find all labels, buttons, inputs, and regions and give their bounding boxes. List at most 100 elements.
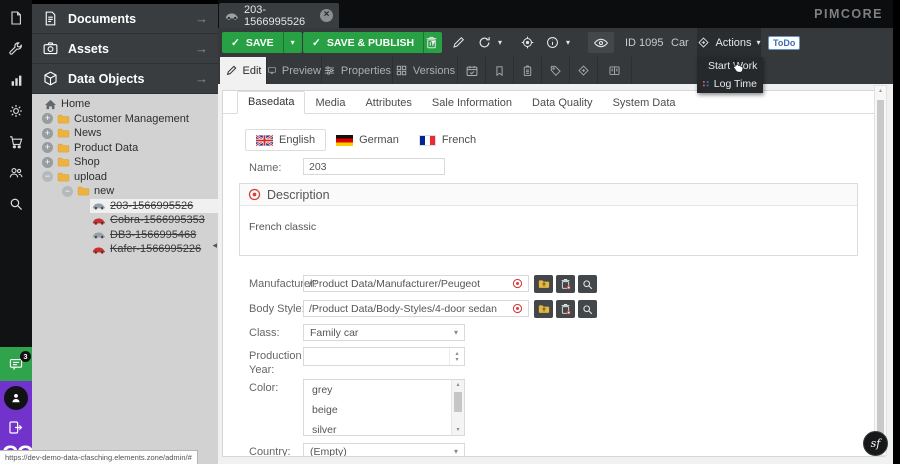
monitor-icon (267, 64, 277, 77)
expand-icon[interactable]: + (42, 157, 53, 168)
country-select[interactable]: (Empty) ▾ (303, 443, 465, 457)
tab-lang-english[interactable]: English (245, 129, 326, 151)
tab-data-quality[interactable]: Data Quality (522, 93, 603, 114)
tree-item-new[interactable]: − new (32, 184, 218, 199)
sidebar: Documents → Assets → Data Objects → Home… (32, 4, 218, 464)
expand-icon[interactable]: + (42, 113, 53, 124)
sidebar-item-assets[interactable]: Assets → (32, 34, 218, 64)
tab-versions[interactable]: Versions (393, 57, 458, 84)
description-value[interactable]: French classic (240, 206, 857, 233)
tab-schedule[interactable] (458, 57, 486, 84)
collapse-icon[interactable]: − (42, 171, 53, 182)
tab-workflow[interactable] (570, 57, 598, 84)
panel-collapse-handle[interactable]: ◂ (212, 240, 217, 251)
sidebar-item-documents[interactable]: Documents → (32, 4, 218, 34)
tab-sale-information[interactable]: Sale Information (422, 93, 522, 114)
tab-system-data[interactable]: System Data (603, 93, 686, 114)
expand-icon[interactable]: + (42, 128, 53, 139)
expand-icon[interactable]: + (42, 142, 53, 153)
scrollbar-thumb[interactable] (877, 100, 884, 443)
tree-item-news[interactable]: + News (32, 126, 218, 141)
tree-item-upload[interactable]: − upload (32, 170, 218, 185)
collapse-icon[interactable]: − (62, 186, 73, 197)
tab-basedata[interactable]: Basedata (237, 91, 305, 114)
tree-item-car[interactable]: Cobra-1566995353 (90, 213, 218, 228)
actions-button[interactable]: Actions ▾ (697, 28, 761, 57)
users-icon[interactable] (0, 159, 32, 187)
manufacturer-search-button[interactable] (578, 275, 597, 293)
user-avatar[interactable] (4, 386, 28, 410)
tree-item-product-data[interactable]: + Product Data (32, 141, 218, 156)
body-style-open-button[interactable] (534, 300, 553, 318)
bar-chart-icon[interactable] (0, 66, 32, 94)
reload-button[interactable] (473, 32, 495, 53)
scrollbar-thumb[interactable] (454, 392, 462, 412)
scroll-up-icon[interactable]: ▴ (875, 88, 886, 95)
manufacturer-remove-button[interactable] (556, 275, 575, 293)
color-option[interactable]: beige (304, 400, 464, 420)
actions-label: Actions (715, 37, 751, 49)
spinner-arrows[interactable]: ▴ ▾ (449, 348, 464, 365)
tag-icon (549, 64, 562, 77)
sidebar-item-data-objects[interactable]: Data Objects → (32, 64, 218, 94)
color-option[interactable]: silver (304, 420, 464, 440)
tree-item-customer-management[interactable]: + Customer Management (32, 112, 218, 127)
name-input[interactable] (303, 158, 445, 175)
color-option[interactable]: grey (304, 380, 464, 400)
tab-properties[interactable]: Properties (322, 57, 393, 84)
body-style-search-button[interactable] (578, 300, 597, 318)
scroll-up-icon[interactable]: ▴ (452, 382, 464, 388)
menu-item-log-time[interactable]: Log Time (697, 75, 763, 93)
sidebar-item-label: Data Objects (68, 72, 195, 86)
reload-dropdown-button[interactable]: ▾ (494, 32, 506, 53)
symfony-debug-badge[interactable]: sf (863, 431, 888, 456)
body-style-remove-button[interactable] (556, 300, 575, 318)
close-icon[interactable]: × (320, 9, 333, 22)
save-button-group: ✓SAVE ▾ (222, 32, 302, 53)
sidebar-item-label: Documents (68, 12, 195, 26)
tree-item-home[interactable]: Home (32, 97, 218, 112)
save-publish-button[interactable]: ✓SAVE & PUBLISH (303, 32, 423, 53)
tab-preview[interactable]: Preview (267, 57, 322, 84)
tab-attributes[interactable]: Attributes (355, 93, 421, 114)
rename-button[interactable] (447, 32, 469, 53)
manufacturer-open-button[interactable] (534, 275, 553, 293)
tab-reports[interactable] (514, 57, 542, 84)
tab-tags[interactable] (542, 57, 570, 84)
tab-lang-french[interactable]: French (409, 130, 486, 150)
open-object-tab[interactable]: 203-1566995526 × (219, 3, 339, 28)
class-select[interactable]: Family car ▾ (303, 324, 465, 341)
tab-notes[interactable] (486, 57, 514, 84)
content-scrollbar[interactable]: ▴ (874, 85, 887, 456)
tree-item-car[interactable]: DB3-1566995468 (90, 228, 218, 243)
locate-in-tree-button[interactable] (516, 32, 538, 53)
language-tab-strip: English German French (245, 129, 486, 151)
tree-item-shop[interactable]: + Shop (32, 155, 218, 170)
tab-media[interactable]: Media (305, 93, 355, 114)
tab-app-view[interactable] (598, 57, 632, 84)
tree-item-car-selected[interactable]: 203-1566995526 (90, 199, 218, 214)
chat-button[interactable]: 3 (0, 347, 32, 381)
logout-button[interactable] (7, 419, 24, 436)
cart-icon[interactable] (0, 128, 32, 156)
listbox-scrollbar[interactable]: ▴ ▾ (451, 380, 464, 435)
info-button[interactable] (541, 32, 563, 53)
file-icon[interactable] (0, 4, 32, 32)
production-year-spinner[interactable]: ▴ ▾ (303, 347, 465, 366)
tree-item-car[interactable]: Kafer-1566995226 (90, 242, 218, 257)
tab-edit[interactable]: Edit (220, 57, 267, 84)
manufacturer-relation-field[interactable]: /Product Data/Manufacturer/Peugeot (303, 275, 529, 292)
body-style-relation-field[interactable]: /Product Data/Body-Styles/4-door sedan (303, 300, 529, 317)
color-listbox[interactable]: grey beige silver ▴ ▾ (303, 379, 465, 436)
save-dropdown-button[interactable]: ▾ (283, 32, 302, 53)
gear-icon[interactable] (0, 97, 32, 125)
wrench-icon[interactable] (0, 35, 32, 63)
info-dropdown-button[interactable]: ▾ (562, 32, 574, 53)
search-icon[interactable] (0, 190, 32, 218)
tab-lang-german[interactable]: German (326, 130, 409, 150)
save-button[interactable]: ✓SAVE (222, 32, 283, 53)
scroll-down-icon[interactable]: ▾ (452, 427, 464, 433)
delete-button[interactable] (420, 32, 442, 53)
preview-eye-button[interactable] (588, 32, 614, 53)
spinner-down-icon[interactable]: ▾ (455, 357, 458, 363)
